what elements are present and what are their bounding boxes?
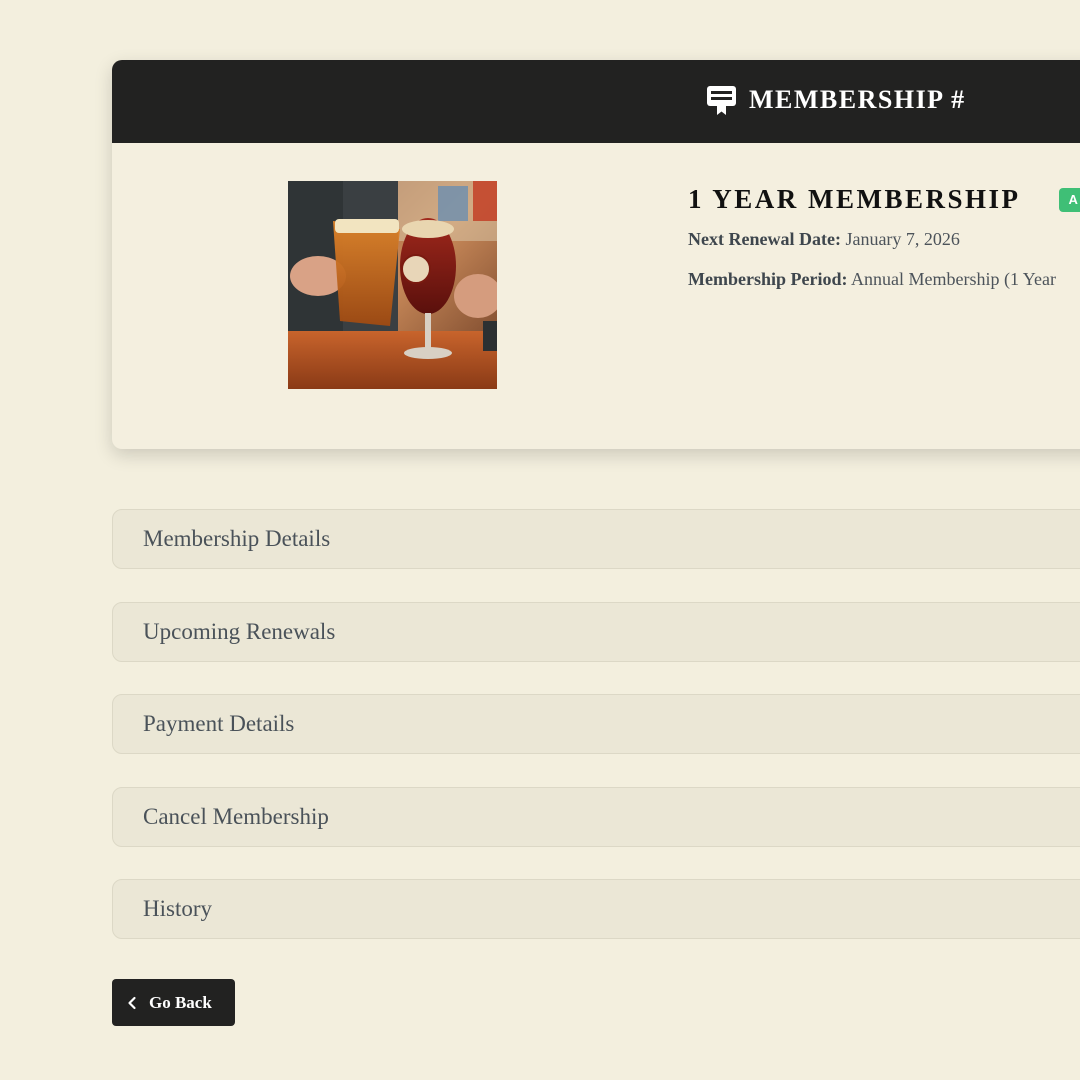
title-row: 1 YEAR MEMBERSHIP A — [688, 184, 1080, 215]
go-back-button[interactable]: Go Back — [112, 979, 235, 1026]
next-renewal-row: Next Renewal Date: January 7, 2026 — [688, 229, 1080, 250]
next-renewal-label: Next Renewal Date: — [688, 229, 841, 249]
header-title-text: MEMBERSHIP # — [749, 85, 966, 114]
status-badge: A — [1058, 187, 1080, 212]
membership-period-row: Membership Period: Annual Membership (1 … — [688, 269, 1080, 290]
accordion-label: Upcoming Renewals — [143, 619, 336, 644]
accordion-history[interactable]: History — [112, 879, 1080, 939]
accordion-label: History — [143, 896, 212, 921]
membership-info: 1 YEAR MEMBERSHIP A Next Renewal Date: J… — [688, 184, 1080, 290]
membership-card: MEMBERSHIP # 1 YEAR MEMBERSHIP A Next Re… — [112, 60, 1080, 449]
membership-period-label: Membership Period: — [688, 269, 848, 289]
header-title: MEMBERSHIP # — [706, 84, 966, 116]
accordion-payment-details[interactable]: Payment Details — [112, 694, 1080, 754]
membership-photo — [288, 181, 497, 389]
chevron-left-icon — [128, 996, 136, 1009]
accordion-membership-details[interactable]: Membership Details — [112, 509, 1080, 569]
plan-title: 1 YEAR MEMBERSHIP — [688, 184, 1021, 214]
accordion-upcoming-renewals[interactable]: Upcoming Renewals — [112, 602, 1080, 662]
membership-period-value: Annual Membership (1 Year — [850, 269, 1056, 289]
go-back-label: Go Back — [149, 992, 212, 1012]
accordion-label: Membership Details — [143, 526, 331, 551]
next-renewal-value: January 7, 2026 — [845, 229, 960, 249]
accordion-cancel-membership[interactable]: Cancel Membership — [112, 787, 1080, 847]
certificate-icon — [707, 86, 736, 115]
membership-page: MEMBERSHIP # 1 YEAR MEMBERSHIP A Next Re… — [0, 0, 1080, 1080]
accordion-label: Payment Details — [143, 711, 295, 736]
accordion-label: Cancel Membership — [143, 804, 329, 829]
card-header: MEMBERSHIP # — [112, 60, 1080, 143]
